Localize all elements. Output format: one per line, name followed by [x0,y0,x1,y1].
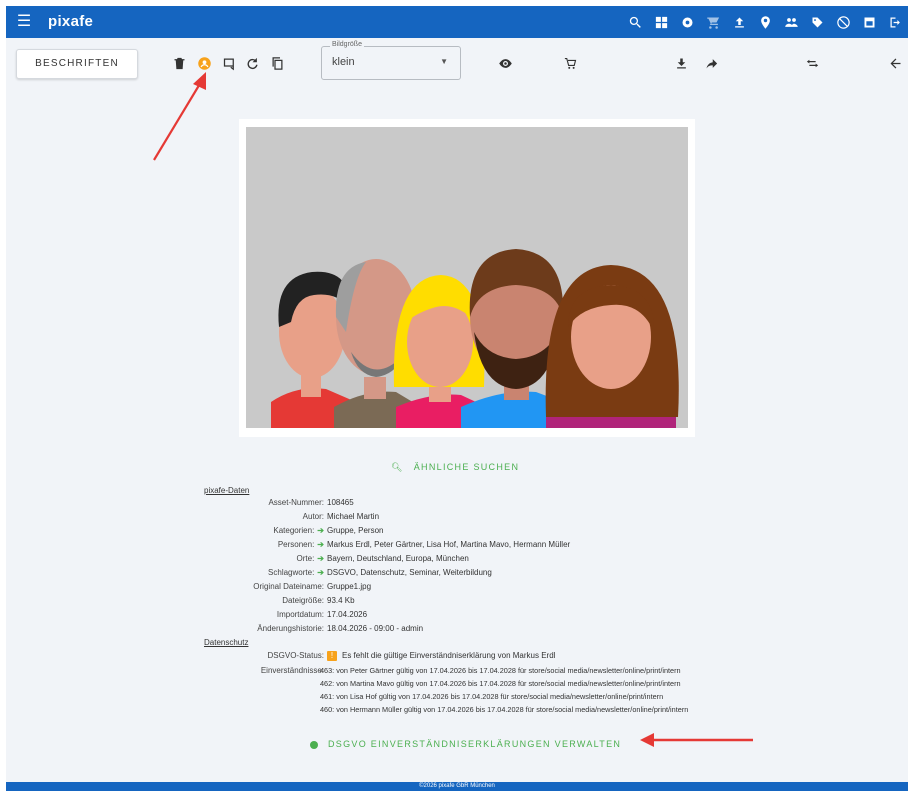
similar-search-button[interactable]: 🔍︎ ÄHNLICHE SUCHEN [391,462,519,473]
image-size-value: klein [332,56,355,68]
rotate-icon[interactable] [243,54,261,72]
privacy-heading: Datenschutz [204,638,249,647]
location-icon[interactable] [752,6,778,38]
info-row-filename: Original Dateiname: Gruppe1.jpg [253,582,372,591]
image-size-legend: Bildgröße [330,41,364,48]
info-row-categories: Kategorien: ➔ Gruppe, Person [273,526,384,535]
info-row-import-date: Importdatum: 17.04.2026 [276,610,368,619]
arrow-right-icon[interactable]: ➔ [317,540,324,549]
info-row-persons: Personen: ➔ Markus Erdl, Peter Gärtner, Li… [277,540,571,549]
app-frame: ☰ pixafe BESCHRIFTEN Bildgröße klein ▼ 🔍… [6,6,908,791]
menu-icon[interactable]: ☰ [14,12,34,32]
download-icon[interactable] [672,54,690,72]
consent-item[interactable]: 463: von Peter Gärtner gültig von 17.04.… [320,666,681,675]
crop-icon[interactable] [220,54,238,72]
swap-icon[interactable] [803,54,821,72]
asset-preview[interactable] [239,119,695,437]
back-arrow-icon[interactable] [886,54,904,72]
info-row-filesize: Dateigröße: 93.4 Kb [282,596,355,605]
tag-icon[interactable] [804,6,830,38]
manage-consents-label: DSGVO EINVERSTÄNDNISERKLÄRUNGEN VERWALTE… [328,739,622,749]
cart-icon[interactable] [700,6,726,38]
consent-icon [310,740,318,749]
consent-item[interactable]: 461: von Lisa Hof gültig von 17.04.2026 … [320,692,663,701]
block-icon[interactable] [830,6,856,38]
group-illustration [246,127,688,428]
top-icon-bar [622,6,908,38]
share-icon[interactable] [702,54,720,72]
consent-item[interactable]: 462: von Martina Mavo gültig von 17.04.2… [320,679,681,688]
search-icon: 🔍︎ [391,462,404,472]
arrow-right-icon[interactable]: ➔ [317,568,324,577]
info-row-asset-number: Asset-Nummer: 108465 [268,498,354,507]
info-row-dsgvo-status: DSGVO-Status: ! Es fehlt die gültige Einv… [267,651,556,661]
label-button[interactable]: BESCHRIFTEN [16,49,138,79]
annotation-arrow-left [640,733,753,747]
footer: ©2026 pixafe GbR München [6,782,908,791]
calendar-icon[interactable] [856,6,882,38]
arrow-right-icon[interactable]: ➔ [317,554,324,563]
info-row-places: Orte: ➔ Bayern, Deutschland, Europa, Münch… [296,554,469,563]
top-app-bar: ☰ pixafe [6,6,908,38]
info-row-author: Autor: Michael Martin [302,512,380,521]
add-to-cart-icon[interactable] [561,54,579,72]
search-icon[interactable] [622,6,648,38]
eye-icon[interactable] [496,54,514,72]
asset-toolbar: BESCHRIFTEN Bildgröße klein ▼ [6,38,908,88]
info-row-history: Änderungshistorie: 18.04.2026 - 09:00 - a… [257,624,424,633]
manage-consents-button[interactable]: DSGVO EINVERSTÄNDNISERKLÄRUNGEN VERWALTE… [310,739,621,749]
warning-icon: ! [327,651,337,661]
similar-search-label: ÄHNLICHE SUCHEN [413,462,520,472]
info-row-keywords: Schlagworte: ➔ DSGVO, Datenschutz, Seminar… [268,568,492,577]
image-size-select[interactable]: Bildgröße klein ▼ [321,41,461,80]
settings-icon[interactable] [674,6,700,38]
logout-icon[interactable] [882,6,908,38]
consent-item[interactable]: 460: von Hermann Müller gültig von 17.04… [320,705,688,714]
people-icon[interactable] [778,6,804,38]
brand-logo[interactable]: pixafe [48,13,93,30]
chevron-down-icon: ▼ [440,57,448,66]
pixafe-data-heading: pixafe-Daten [204,486,250,495]
upload-icon[interactable] [726,6,752,38]
copy-icon[interactable] [268,54,286,72]
arrow-right-icon[interactable]: ➔ [317,526,324,535]
grid-icon[interactable] [648,6,674,38]
annotation-arrow-up [153,72,206,161]
